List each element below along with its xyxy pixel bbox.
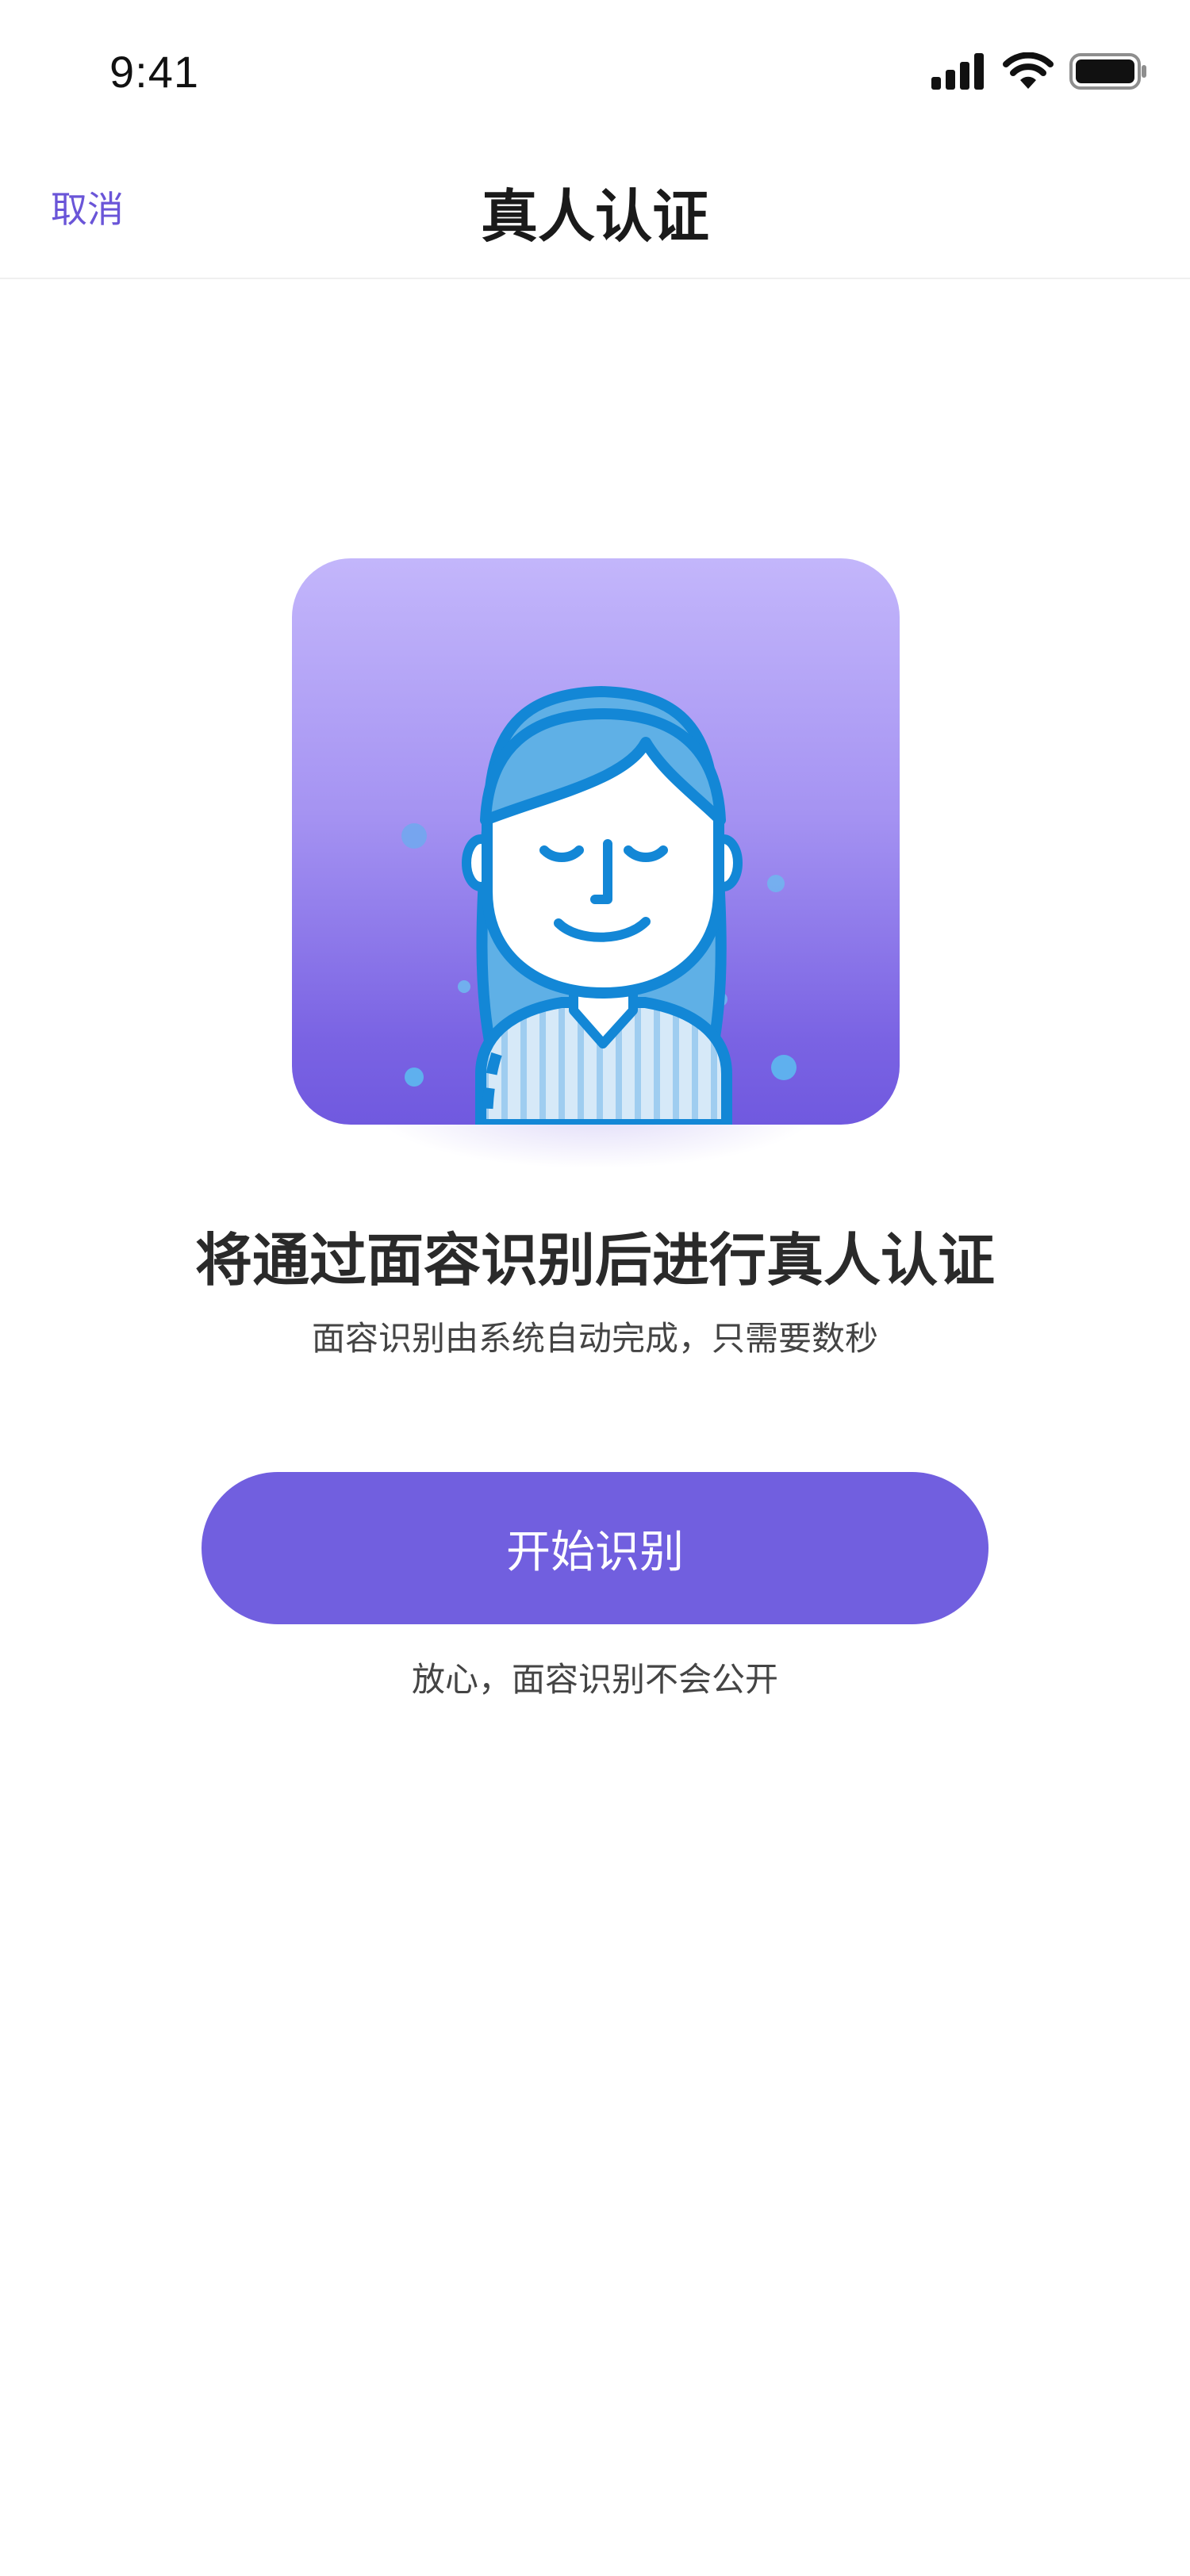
wifi-icon (1003, 52, 1054, 94)
illustration-card (292, 558, 900, 1125)
face-illustration (292, 558, 900, 1169)
status-icons (930, 49, 1147, 97)
subline: 面容识别由系统自动完成，只需要数秒 (311, 1319, 878, 1358)
face-avatar-icon (401, 686, 797, 1125)
battery-icon (1069, 52, 1147, 94)
start-recognition-label: 开始识别 (506, 1526, 684, 1578)
headline: 将通过面容识别后进行真人认证 (194, 1227, 995, 1294)
start-recognition-button[interactable]: 开始识别 (202, 1472, 988, 1624)
face-verification-screen: 9:41 取消 真人认证 将通过面容识别后进行真人认证 面容识别由系统自动完成，… (0, 0, 1190, 2576)
status-time: 9:41 (109, 47, 199, 97)
signal-icon (930, 53, 987, 93)
status-bar: 9:41 (0, 0, 1190, 143)
privacy-note: 放心，面容识别不会公开 (411, 1660, 778, 1699)
page-title: 真人认证 (480, 183, 709, 250)
nav-bar: 取消 真人认证 (0, 143, 1190, 279)
